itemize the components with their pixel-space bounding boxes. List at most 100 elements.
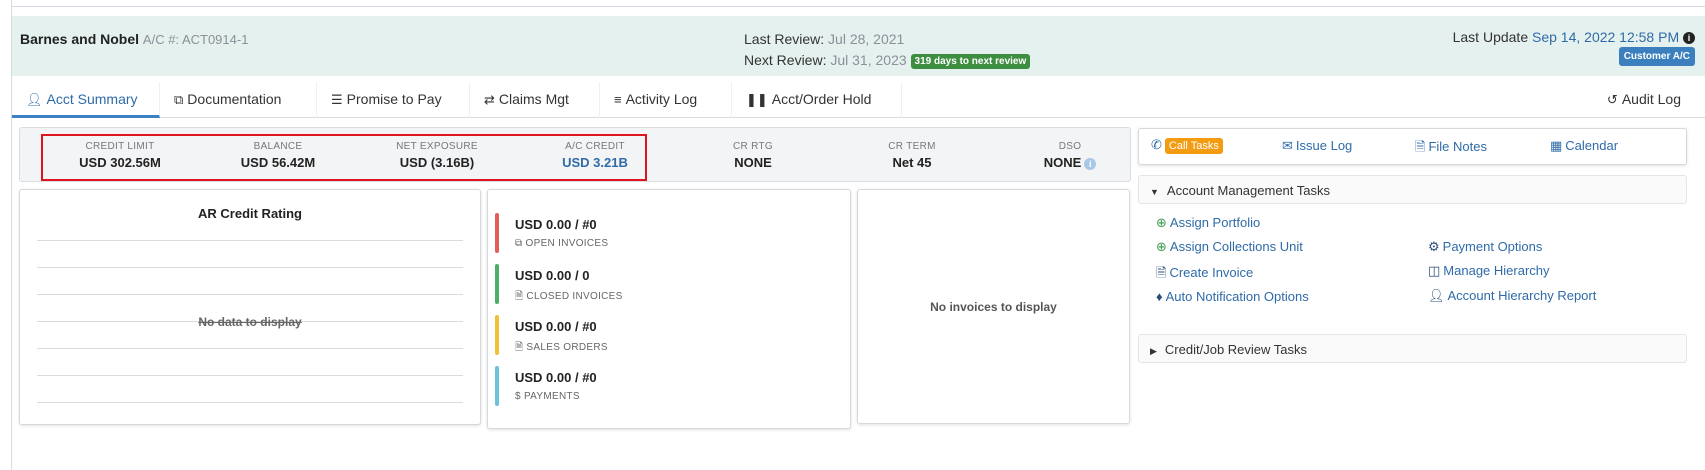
- call-tasks-link[interactable]: ✆ Call Tasks: [1151, 137, 1223, 154]
- manage-hierarchy-link[interactable]: ◫ Manage Hierarchy: [1428, 263, 1550, 279]
- link-label: Payment Options: [1442, 239, 1543, 254]
- invoice-summary-panel: USD 0.00 / #0 ⧉ OPEN INVOICES USD 0.00 /…: [487, 189, 851, 429]
- tab-acct-summary[interactable]: 👤︎ Acct Summary: [12, 82, 160, 118]
- ar-credit-rating-panel: AR Credit Rating No data to display: [19, 189, 481, 425]
- file-notes-link[interactable]: 🗎︎ File Notes: [1415, 138, 1487, 160]
- account-name: Barnes and Nobel: [20, 31, 140, 47]
- file-icon: 🗎︎: [1415, 139, 1426, 154]
- closed-invoices-item[interactable]: USD 0.00 / 0 🗎︎ CLOSED INVOICES: [495, 264, 795, 304]
- invoice-label: OPEN INVOICES: [525, 238, 609, 249]
- last-update-value: Sep 14, 2022 12:58 PM: [1532, 29, 1680, 45]
- tab-acct-order-hold[interactable]: ❚❚ Acct/Order Hold: [732, 82, 902, 118]
- grid-line: [37, 402, 463, 403]
- link-label: Create Invoice: [1169, 265, 1254, 280]
- phone-icon: ✆: [1151, 137, 1162, 152]
- invoice-amount: USD 0.00 / #0: [515, 370, 597, 385]
- next-review-label: Next Review:: [744, 52, 827, 68]
- file-icon: 🗎︎: [515, 342, 527, 353]
- next-review-value: Jul 31, 2023: [830, 52, 907, 68]
- file-icon: 🗎︎: [515, 291, 527, 302]
- kpi-value: NONE: [1043, 155, 1082, 170]
- tab-claims-mgt[interactable]: ⇄ Claims Mgt: [470, 82, 600, 118]
- tab-documentation[interactable]: ⧉ Documentation: [160, 82, 317, 118]
- envelope-icon: ✉: [1282, 138, 1293, 153]
- account-hierarchy-report-link[interactable]: 👤︎ Account Hierarchy Report: [1428, 288, 1596, 304]
- status-bar: [495, 264, 499, 304]
- info-icon[interactable]: i: [1084, 158, 1097, 170]
- tab-label: Claims Mgt: [498, 91, 569, 107]
- link-label: Auto Notification Options: [1165, 289, 1309, 304]
- tab-label: Activity Log: [625, 91, 698, 107]
- tab-label: Promise to Pay: [346, 91, 442, 107]
- link-label: Manage Hierarchy: [1443, 263, 1550, 278]
- issue-log-link[interactable]: ✉ Issue Log: [1282, 138, 1352, 154]
- bell-icon: ♦: [1156, 289, 1163, 304]
- last-review-value: Jul 28, 2021: [828, 31, 905, 47]
- empty-state: No data to display: [198, 315, 302, 329]
- review-dates: Last Review: Jul 28, 2021 Next Review: J…: [744, 29, 1031, 71]
- payments-item[interactable]: USD 0.00 / #0 $ PAYMENTS: [495, 366, 795, 406]
- account-management-tasks-header[interactable]: ▼ Account Management Tasks: [1138, 175, 1687, 204]
- pause-icon: ❚❚: [746, 92, 768, 107]
- checklist-icon: ≡: [614, 92, 622, 107]
- grid-line: [37, 294, 463, 295]
- create-invoice-link[interactable]: 🗎︎ Create Invoice: [1156, 264, 1253, 286]
- kpi-label: DSO: [1058, 141, 1082, 152]
- empty-state: No invoices to display: [930, 300, 1057, 314]
- history-icon: ↺: [1606, 92, 1618, 107]
- last-update: Last Update Sep 14, 2022 12:58 PM i Cust…: [1453, 29, 1695, 66]
- payment-options-link[interactable]: ⚙ Payment Options: [1428, 239, 1542, 255]
- calendar-icon: ▦: [1550, 138, 1563, 153]
- invoice-label: CLOSED INVOICES: [526, 291, 623, 302]
- kpi-dso: DSO NONE i: [990, 128, 1150, 170]
- section-title: Credit/Job Review Tasks: [1164, 342, 1308, 357]
- invoice-amount: USD 0.00 / #0: [515, 217, 597, 232]
- link-label: Calendar: [1565, 138, 1619, 153]
- open-invoices-item[interactable]: USD 0.00 / #0 ⧉ OPEN INVOICES: [495, 213, 795, 253]
- copy-icon: ⧉: [174, 92, 184, 107]
- invoice-amount: USD 0.00 / #0: [515, 319, 597, 334]
- kpi-cr-rating: CR RTG NONE: [673, 128, 833, 170]
- assign-portfolio-link[interactable]: ⊕ Assign Portfolio: [1156, 215, 1260, 231]
- sitemap-icon: ◫: [1428, 263, 1441, 278]
- tab-audit-log[interactable]: ↺ Audit Log: [1593, 82, 1695, 118]
- copy-icon: ⧉: [515, 238, 526, 249]
- link-label: Assign Portfolio: [1169, 215, 1261, 230]
- tab-promise-to-pay[interactable]: ☰ Promise to Pay: [317, 82, 470, 118]
- assign-collections-unit-link[interactable]: ⊕ Assign Collections Unit: [1156, 239, 1303, 255]
- tab-label: Acct/Order Hold: [771, 91, 872, 107]
- shuffle-icon: ⇄: [484, 92, 495, 107]
- last-update-label: Last Update: [1452, 29, 1529, 45]
- tab-label: Acct Summary: [46, 91, 138, 107]
- user-edit-icon: 👤︎: [1428, 288, 1445, 303]
- section-title: Account Management Tasks: [1166, 183, 1330, 198]
- credit-job-review-tasks-header[interactable]: ▶ Credit/Job Review Tasks: [1138, 334, 1687, 363]
- last-review-label: Last Review:: [744, 31, 825, 47]
- auto-notification-options-link[interactable]: ♦ Auto Notification Options: [1156, 289, 1309, 304]
- caret-right-icon: ▶: [1150, 346, 1157, 356]
- file-add-icon: 🗎︎: [1156, 265, 1167, 280]
- call-tasks-badge: Call Tasks: [1164, 138, 1223, 154]
- tab-activity-log[interactable]: ≡ Activity Log: [600, 82, 732, 118]
- plus-circle-icon: ⊕: [1156, 239, 1167, 254]
- link-label: File Notes: [1428, 139, 1487, 154]
- link-label: Account Hierarchy Report: [1447, 288, 1597, 303]
- user-icon: 👤︎: [26, 92, 43, 107]
- kpi-highlight-box: [41, 134, 647, 181]
- account-number: A/C #: ACT0914-1: [142, 32, 249, 47]
- tab-label: Documentation: [187, 91, 282, 107]
- grid-line: [37, 240, 463, 241]
- sales-orders-item[interactable]: USD 0.00 / #0 🗎︎ SALES ORDERS: [495, 315, 795, 355]
- account-title: Barnes and Nobel A/C #: ACT0914-1: [20, 31, 248, 47]
- invoice-label: PAYMENTS: [523, 391, 580, 402]
- info-icon[interactable]: i: [1683, 32, 1695, 44]
- top-divider: [11, 6, 1705, 7]
- link-label: Issue Log: [1295, 138, 1353, 153]
- grid-line: [37, 267, 463, 268]
- grid-line: [37, 348, 463, 349]
- kpi-label: CR RTG: [733, 141, 773, 152]
- kpi-label: CR TERM: [888, 141, 936, 152]
- days-to-review-badge: 319 days to next review: [910, 54, 1031, 69]
- calendar-link[interactable]: ▦ Calendar: [1550, 138, 1618, 154]
- invoices-list-panel: No invoices to display: [857, 189, 1130, 424]
